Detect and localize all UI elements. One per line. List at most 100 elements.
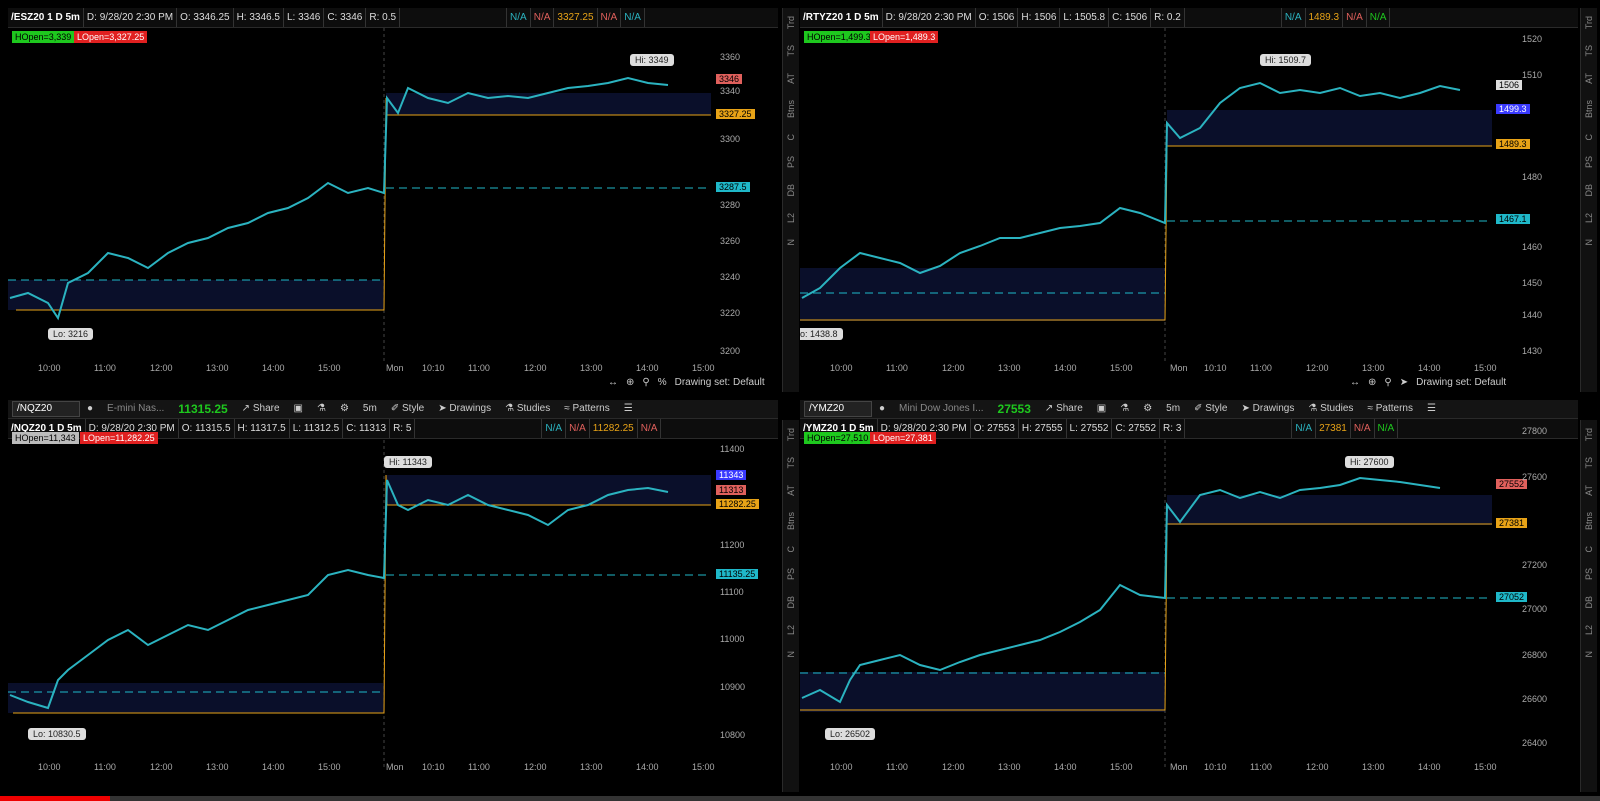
tab-l2[interactable]: L2 [1584, 205, 1594, 231]
page-icon[interactable]: ▣ [1090, 400, 1113, 418]
tab-trd[interactable]: Trd [1584, 420, 1594, 449]
side-tabs[interactable]: Trd TS AT Btns C PS DB L2 N [1580, 420, 1597, 792]
tab-at[interactable]: AT [786, 65, 796, 92]
drawing-set-label[interactable]: Drawing set: Default [1416, 377, 1506, 388]
low-label: Lo: 10830.5 [28, 728, 86, 740]
y-tick: 10800 [720, 730, 746, 740]
share-button[interactable]: ↗ Share [1038, 400, 1090, 418]
progress-bar[interactable] [0, 796, 1600, 801]
percent-icon[interactable]: % [658, 377, 667, 388]
chart-rty[interactable]: /RTYZ20 1 D 5m D: 9/28/20 2:30 PM O: 150… [800, 8, 1578, 392]
tab-ps[interactable]: PS [1584, 560, 1594, 588]
crosshair-icon[interactable]: ⊕ [1368, 377, 1376, 388]
y-tick: 1520 [1522, 34, 1543, 44]
tab-ts[interactable]: TS [786, 449, 796, 477]
timeframe-button[interactable]: 5m [356, 400, 384, 418]
range-readout: R: 5 [390, 419, 416, 438]
price-tag-last: 3346 [716, 74, 743, 84]
price-chart[interactable] [800, 28, 1505, 363]
x-tick: 13:00 [580, 363, 603, 373]
flask-icon[interactable]: ⚗ [310, 400, 333, 418]
tab-db[interactable]: DB [1584, 588, 1594, 617]
close-readout: C: 1506 [1109, 8, 1152, 27]
drawings-button[interactable]: ➤ Drawings [1234, 400, 1301, 418]
style-button[interactable]: ✐ Style [1187, 400, 1234, 418]
tab-c[interactable]: C [1584, 538, 1594, 561]
price-chart[interactable] [8, 440, 713, 770]
tab-ps[interactable]: PS [786, 148, 796, 176]
price-chart[interactable] [8, 28, 713, 363]
patterns-button[interactable]: ≈ Patterns [1360, 400, 1420, 418]
tab-l2[interactable]: L2 [786, 617, 796, 643]
tab-db[interactable]: DB [786, 588, 796, 617]
side-tabs[interactable]: Trd TS AT Btns C PS DB L2 N [1580, 8, 1597, 392]
high-readout: H: 11317.5 [235, 419, 290, 438]
symbol-selector[interactable]: /YMZ20 [804, 401, 872, 417]
share-button[interactable]: ↗ Share [235, 400, 287, 418]
tab-btns[interactable]: Btns [1584, 92, 1594, 126]
link-icon[interactable]: ● [80, 400, 100, 418]
chart-ym[interactable]: /YMZ20 ● Mini Dow Jones I... 27553 ↗ Sha… [800, 400, 1578, 792]
tab-l2[interactable]: L2 [786, 205, 796, 231]
cursor-icon[interactable]: ➤ [1400, 377, 1408, 388]
drawing-set[interactable]: ↔ ⊕ ⚲ ➤ Drawing set: Default [1350, 375, 1506, 389]
x-tick: 10:10 [422, 762, 445, 772]
tab-ps[interactable]: PS [786, 560, 796, 588]
menu-icon[interactable]: ☰ [617, 400, 640, 418]
gear-icon[interactable]: ⚙ [333, 400, 356, 418]
gear-icon[interactable]: ⚙ [1136, 400, 1159, 418]
tab-ts[interactable]: TS [1584, 449, 1594, 477]
flask-icon[interactable]: ⚗ [1113, 400, 1136, 418]
drawing-set-label[interactable]: Drawing set: Default [675, 377, 765, 388]
tab-n[interactable]: N [1584, 643, 1594, 666]
zoom-icon[interactable]: ⚲ [642, 377, 649, 388]
tab-trd[interactable]: Trd [786, 420, 796, 449]
tab-trd[interactable]: Trd [1584, 8, 1594, 37]
zoom-icon[interactable]: ⚲ [1384, 377, 1391, 388]
style-button[interactable]: ✐ Style [384, 400, 431, 418]
side-tabs[interactable]: Trd TS AT Btns C PS DB L2 N [782, 420, 799, 792]
tab-at[interactable]: AT [786, 477, 796, 504]
price-tag-mid: 27052 [1496, 592, 1528, 602]
tab-db[interactable]: DB [786, 176, 796, 205]
tab-btns[interactable]: Btns [1584, 504, 1594, 538]
tab-l2[interactable]: L2 [1584, 617, 1594, 643]
tab-n[interactable]: N [786, 643, 796, 666]
price-chart[interactable] [800, 440, 1505, 770]
menu-icon[interactable]: ☰ [1420, 400, 1443, 418]
link-icon[interactable]: ● [872, 400, 892, 418]
y-tick: 3200 [720, 346, 741, 356]
x-tick: 10:10 [1204, 363, 1227, 373]
tab-n[interactable]: N [1584, 231, 1594, 254]
pan-icon[interactable]: ↔ [608, 377, 618, 388]
timeframe-button[interactable]: 5m [1159, 400, 1187, 418]
side-tabs[interactable]: Trd TS AT Btns C PS DB L2 N [782, 8, 799, 392]
symbol-selector[interactable]: /NQZ20 [12, 401, 80, 417]
drawing-set[interactable]: ↔ ⊕ ⚲ % Drawing set: Default [608, 375, 765, 389]
drawings-button[interactable]: ➤ Drawings [431, 400, 498, 418]
tab-db[interactable]: DB [1584, 176, 1594, 205]
tab-at[interactable]: AT [1584, 477, 1594, 504]
price-tag-mid: 1467.1 [1496, 214, 1530, 224]
tab-ts[interactable]: TS [1584, 37, 1594, 65]
low-label: Lo: 26502 [825, 728, 876, 740]
pan-icon[interactable]: ↔ [1350, 377, 1360, 388]
studies-button[interactable]: ⚗ Studies [498, 400, 557, 418]
crosshair-icon[interactable]: ⊕ [626, 377, 634, 388]
tab-c[interactable]: C [786, 538, 796, 561]
page-icon[interactable]: ▣ [287, 400, 310, 418]
tab-n[interactable]: N [786, 231, 796, 254]
tab-trd[interactable]: Trd [786, 8, 796, 37]
tab-c[interactable]: C [786, 126, 796, 149]
tab-btns[interactable]: Btns [786, 504, 796, 538]
tab-ps[interactable]: PS [1584, 148, 1594, 176]
tab-at[interactable]: AT [1584, 65, 1594, 92]
patterns-button[interactable]: ≈ Patterns [557, 400, 617, 418]
chart-nq[interactable]: /NQZ20 ● E-mini Nas... 11315.25 ↗ Share … [8, 400, 778, 792]
tab-btns[interactable]: Btns [786, 92, 796, 126]
studies-button[interactable]: ⚗ Studies [1301, 400, 1360, 418]
tab-c[interactable]: C [1584, 126, 1594, 149]
chart-es[interactable]: /ESZ20 1 D 5m D: 9/28/20 2:30 PM O: 3346… [8, 8, 778, 392]
na-readout: N/A [1375, 419, 1399, 438]
tab-ts[interactable]: TS [786, 37, 796, 65]
